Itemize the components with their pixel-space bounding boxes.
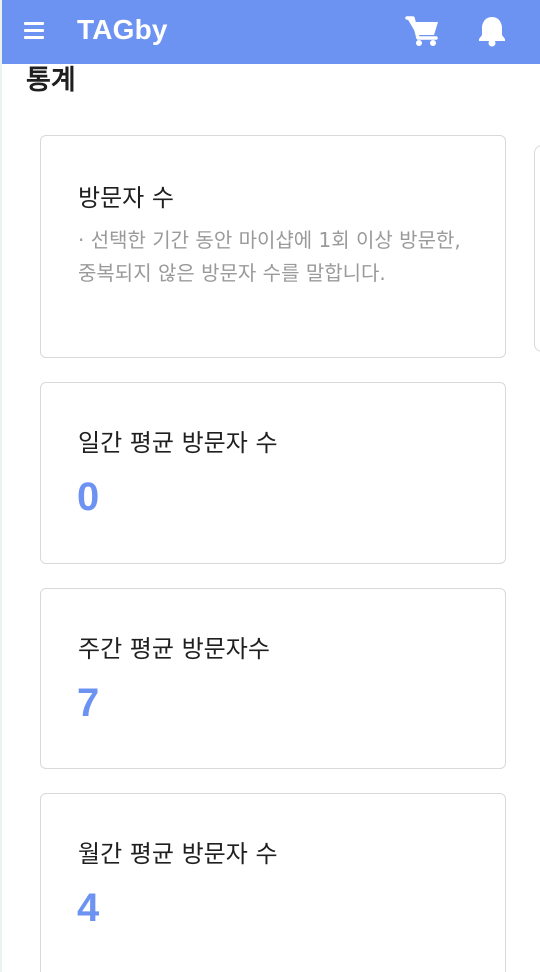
metric-value: 0 bbox=[77, 475, 100, 519]
metric-value: 7 bbox=[77, 681, 100, 725]
daily-average-visitors-card: 일간 평균 방문자 수 0 bbox=[40, 382, 506, 564]
weekly-average-visitors-card: 주간 평균 방문자수 7 bbox=[40, 588, 506, 769]
monthly-average-visitors-card: 월간 평균 방문자 수 4 bbox=[40, 793, 506, 972]
next-card-peek[interactable] bbox=[534, 145, 540, 352]
metric-value: 4 bbox=[77, 886, 100, 930]
app-bar: TAGby bbox=[2, 0, 540, 64]
card-title: 방문자 수 bbox=[78, 184, 174, 212]
metric-label: 주간 평균 방문자수 bbox=[78, 635, 270, 663]
shopping-cart-icon[interactable] bbox=[405, 14, 441, 48]
hamburger-menu-icon[interactable] bbox=[24, 21, 44, 39]
visitor-count-info-card: 방문자 수 · 선택한 기간 동안 마이샵에 1회 이상 방문한, 중복되지 않… bbox=[40, 135, 506, 358]
metric-label: 일간 평균 방문자 수 bbox=[78, 429, 278, 457]
metric-label: 월간 평균 방문자 수 bbox=[78, 840, 278, 868]
brand-title[interactable]: TAGby bbox=[77, 14, 168, 46]
bell-icon[interactable] bbox=[476, 14, 508, 48]
statistics-page: TAGby 통계 방문자 수 · 선택한 기간 동안 마이샵에 1회 이상 방문… bbox=[0, 0, 540, 972]
card-description: · 선택한 기간 동안 마이샵에 1회 이상 방문한, 중복되지 않은 방문자 … bbox=[78, 228, 461, 285]
